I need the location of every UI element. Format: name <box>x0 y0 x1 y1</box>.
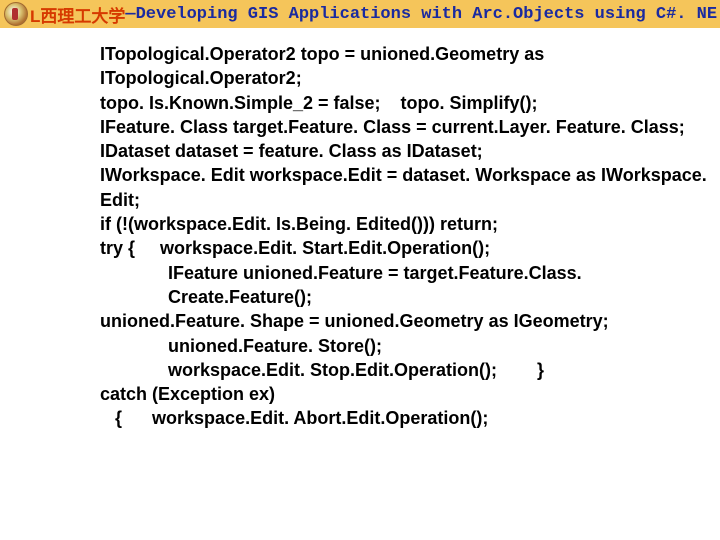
code-line: IFeature. Class target.Feature. Class = … <box>100 115 710 139</box>
header-sep: — <box>125 5 135 24</box>
header-en: Developing GIS Applications with Arc.Obj… <box>136 5 718 24</box>
code-line: unioned.Feature. Shape = unioned.Geometr… <box>100 309 710 333</box>
slide-header: L西理工大学 — Developing GIS Applications wit… <box>0 0 720 28</box>
university-logo-icon <box>4 2 28 26</box>
code-block: ITopological.Operator2 topo = unioned.Ge… <box>0 28 720 431</box>
code-line: IWorkspace. Edit workspace.Edit = datase… <box>100 163 710 212</box>
code-line: { workspace.Edit. Abort.Edit.Operation()… <box>100 406 710 430</box>
code-line: topo. Is.Known.Simple_2 = false; topo. S… <box>100 91 710 115</box>
code-line: IFeature unioned.Feature = target.Featur… <box>100 261 710 310</box>
code-line: IDataset dataset = feature. Class as IDa… <box>100 139 710 163</box>
code-line: try { workspace.Edit. Start.Edit.Operati… <box>100 236 710 260</box>
header-cn: L西理工大学 <box>30 2 125 27</box>
code-line: workspace.Edit. Stop.Edit.Operation(); } <box>100 358 710 382</box>
code-line: catch (Exception ex) <box>100 382 710 406</box>
code-line: unioned.Feature. Store(); <box>100 334 710 358</box>
code-line: if (!(workspace.Edit. Is.Being. Edited()… <box>100 212 710 236</box>
code-line: ITopological.Operator2 topo = unioned.Ge… <box>100 42 710 91</box>
